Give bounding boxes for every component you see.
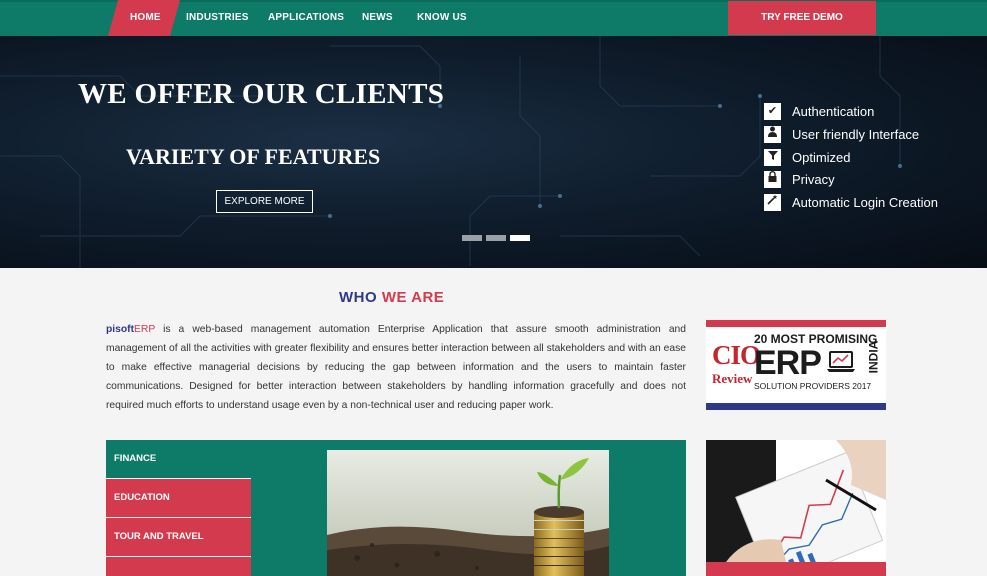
nav-news-link[interactable]: NEWS <box>362 0 393 36</box>
cio-logo: CIO <box>712 340 761 370</box>
hero-slider: WE OFFER OUR CLIENTS VARIETY OF FEATURES… <box>0 36 987 268</box>
industry-tab-education[interactable]: EDUCATION <box>106 479 251 517</box>
business-chart-image <box>706 440 886 576</box>
nav-applications-link[interactable]: APPLICATIONS <box>268 0 344 36</box>
feature-label: Authentication <box>792 103 875 119</box>
who-we-are-heading: WHO WE ARE <box>339 289 444 306</box>
feature-automatic-login-creation: Automatic Login Creation <box>764 193 938 211</box>
industry-tab-tour-and-travel[interactable]: TOUR AND TRAVEL <box>106 518 251 556</box>
heading-part-we-are: WE ARE <box>381 289 445 306</box>
try-free-demo-button[interactable]: TRY FREE DEMO <box>728 1 876 35</box>
badge-bottom-stripe <box>706 403 886 410</box>
feature-label: Automatic Login Creation <box>792 194 938 210</box>
hero-title: WE OFFER OUR CLIENTS <box>78 78 445 110</box>
slider-dot-3[interactable] <box>510 235 530 241</box>
feature-privacy: Privacy <box>764 170 835 188</box>
industry-tab-next[interactable] <box>106 557 251 576</box>
description-text: is a web-based management automation Ent… <box>106 324 686 411</box>
analyst-charts-illustration <box>706 440 886 576</box>
slider-dot-1[interactable] <box>462 235 482 241</box>
feature-label: Privacy <box>792 171 835 187</box>
badge-line3: SOLUTION PROVIDERS 2017 <box>754 381 872 391</box>
industry-tab-finance[interactable]: FINANCE <box>106 440 251 478</box>
laptop-chart-icon <box>827 351 855 372</box>
coins-plant-illustration <box>327 450 609 576</box>
finance-image <box>327 450 609 576</box>
magic-wand-icon <box>764 193 781 211</box>
cio-review-badge: CIO Review 20 MOST PROMISING ERP SOLUTIO… <box>706 320 886 410</box>
user-icon <box>764 125 781 143</box>
filter-icon <box>764 148 781 166</box>
check-icon: ✔ <box>764 102 781 120</box>
lock-icon <box>764 170 781 188</box>
cio-logo-review: Review <box>712 371 753 386</box>
feature-label: Optimized <box>792 149 851 165</box>
nav-home-link[interactable]: HOME <box>130 0 161 36</box>
slider-dot-2[interactable] <box>486 235 506 241</box>
hero-subtitle: VARIETY OF FEATURES <box>126 144 381 169</box>
badge-top-stripe <box>706 320 886 327</box>
badge-country: INDIA <box>866 340 881 374</box>
feature-optimized: Optimized <box>764 148 851 166</box>
explore-more-button[interactable]: EXPLORE MORE <box>216 190 313 213</box>
heading-part-who: WHO <box>339 289 378 306</box>
nav-know-us-link[interactable]: KNOW US <box>417 0 467 36</box>
badge-line2: ERP <box>754 344 822 382</box>
feature-label: User friendly Interface <box>792 126 920 142</box>
industries-panel: FINANCE EDUCATION TOUR AND TRAVEL <box>106 440 686 576</box>
brand-name-suffix: ERP <box>134 324 156 335</box>
top-navigation-bar: HOME INDUSTRIES APPLICATIONS NEWS KNOW U… <box>0 0 987 36</box>
feature-authentication: ✔ Authentication <box>764 102 874 120</box>
feature-user-friendly-interface: User friendly Interface <box>764 125 919 143</box>
chart-image-bottom-stripe <box>706 562 886 576</box>
brand-name-prefix: pisoft <box>106 324 135 335</box>
nav-industries-link[interactable]: INDUSTRIES <box>186 0 249 36</box>
company-description: pisoftERP is a web-based management auto… <box>106 320 686 415</box>
